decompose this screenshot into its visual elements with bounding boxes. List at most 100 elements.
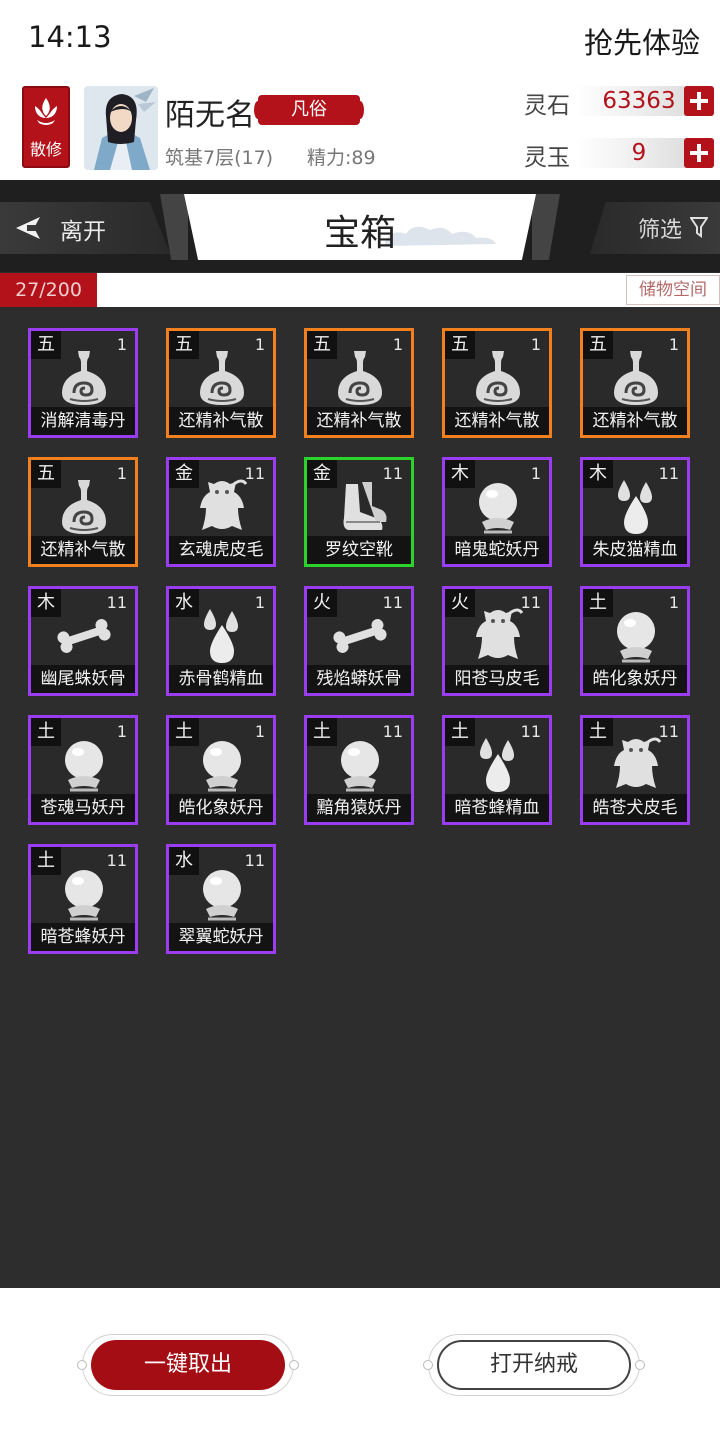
leave-button[interactable]: 离开: [0, 202, 170, 254]
item-name: 阳苍马皮毛: [445, 665, 549, 693]
bone-icon: [56, 607, 112, 665]
item-quantity: 1: [668, 335, 679, 354]
item-slot[interactable]: 五 1 还精补气散: [304, 328, 414, 438]
flask-icon: [56, 349, 112, 407]
orb-icon: [56, 736, 112, 794]
flask-icon: [608, 349, 664, 407]
title-plate: 宝箱: [184, 194, 536, 260]
orb-icon: [470, 478, 526, 536]
item-slot[interactable]: 水 11 翠翼蛇妖丹: [166, 844, 276, 954]
item-slot[interactable]: 土 11 黯角猿妖丹: [304, 715, 414, 825]
character-portrait: [84, 86, 158, 170]
item-name: 朱皮猫精血: [583, 536, 687, 564]
open-storage-ring-button[interactable]: 打开纳戒: [437, 1340, 631, 1390]
item-name: 还精补气散: [169, 407, 273, 435]
item-slot[interactable]: 火 11 阳苍马皮毛: [442, 586, 552, 696]
sect-badge[interactable]: 散修: [22, 86, 70, 168]
item-slot[interactable]: 金 11 罗纹空靴: [304, 457, 414, 567]
leave-label: 离开: [60, 219, 106, 245]
item-slot[interactable]: 土 11 暗苍蜂精血: [442, 715, 552, 825]
item-slot[interactable]: 水 1 赤骨鹤精血: [166, 586, 276, 696]
item-name: 玄魂虎皮毛: [169, 536, 273, 564]
treasure-chest-panel: 离开 宝箱 筛选 27/200 储物空间 五 1 消解清毒丹五 1 还精补气散五 1 还精补…: [0, 180, 720, 1288]
item-slot[interactable]: 木 1 暗鬼蛇妖丹: [442, 457, 552, 567]
sect-label: 散修: [29, 140, 62, 159]
item-slot[interactable]: 木 11 朱皮猫精血: [580, 457, 690, 567]
panel-toolbar: 离开 宝箱 筛选: [0, 180, 720, 272]
flask-icon: [470, 349, 526, 407]
back-arrow-icon: [16, 217, 40, 239]
item-quantity: 1: [530, 335, 541, 354]
item-name: 还精补气散: [31, 536, 135, 564]
item-name: 翠翼蛇妖丹: [169, 923, 273, 951]
item-slot[interactable]: 火 11 残焰蟒妖骨: [304, 586, 414, 696]
item-name: 还精补气散: [445, 407, 549, 435]
page-title: 宝箱: [323, 213, 396, 254]
item-quantity: 1: [530, 464, 541, 483]
item-slot[interactable]: 土 11 皓苍犬皮毛: [580, 715, 690, 825]
pelt-icon: [470, 607, 526, 665]
filter-funnel-icon: [690, 217, 708, 238]
item-slot[interactable]: 木 11 幽尾蛛妖骨: [28, 586, 138, 696]
item-name: 皓化象妖丹: [583, 665, 687, 693]
blood-drops-icon: [194, 607, 250, 665]
cultivation-realm: 筑基7层(17): [165, 147, 274, 169]
item-name: 暗苍蜂妖丹: [31, 923, 135, 951]
item-slot[interactable]: 土 11 暗苍蜂妖丹: [28, 844, 138, 954]
item-slot[interactable]: 土 1 皓化象妖丹: [580, 586, 690, 696]
player-name: 陌无名: [165, 98, 255, 133]
item-slot[interactable]: 五 1 还精补气散: [166, 328, 276, 438]
open-ring-button-frame: 打开纳戒: [423, 1334, 645, 1396]
orb-icon: [56, 865, 112, 923]
item-slot[interactable]: 五 1 消解清毒丹: [28, 328, 138, 438]
storage-space-tab[interactable]: 储物空间: [626, 275, 720, 305]
spirit-stone-row: 灵石 63363: [524, 84, 714, 120]
item-slot[interactable]: 金 11 玄魂虎皮毛: [166, 457, 276, 567]
add-spirit-stone-button[interactable]: [684, 86, 714, 116]
spirit-jade-row: 灵玉 9: [524, 136, 714, 172]
item-name: 罗纹空靴: [307, 536, 411, 564]
stamina-value: 精力:89: [307, 147, 376, 169]
item-quantity: 1: [116, 722, 127, 741]
orb-icon: [194, 865, 250, 923]
spirit-jade-label: 灵玉: [524, 145, 570, 171]
item-quantity: 1: [254, 593, 265, 612]
boots-icon: [332, 478, 388, 536]
item-slot[interactable]: 土 1 苍魂马妖丹: [28, 715, 138, 825]
flask-icon: [194, 349, 250, 407]
item-slot[interactable]: 五 1 还精补气散: [580, 328, 690, 438]
filter-label: 筛选: [638, 218, 683, 243]
item-slot[interactable]: 五 1 还精补气散: [442, 328, 552, 438]
bone-icon: [332, 607, 388, 665]
pelt-icon: [194, 478, 250, 536]
bottom-actions: 一键取出 打开纳戒: [0, 1288, 720, 1440]
filter-button[interactable]: 筛选: [590, 202, 720, 254]
item-quantity: 1: [392, 335, 403, 354]
status-bar: 14:13 抢先体验: [0, 0, 720, 80]
spirit-stone-label: 灵石: [524, 93, 570, 119]
rank-badge: 凡俗: [254, 95, 364, 125]
item-name: 还精补气散: [583, 407, 687, 435]
item-name: 赤骨鹤精血: [169, 665, 273, 693]
item-name: 幽尾蛛妖骨: [31, 665, 135, 693]
orb-icon: [194, 736, 250, 794]
frame-dot: [423, 1360, 433, 1370]
item-name: 皓化象妖丹: [169, 794, 273, 822]
item-slot[interactable]: 五 1 还精补气散: [28, 457, 138, 567]
take-all-button[interactable]: 一键取出: [91, 1340, 285, 1390]
avatar[interactable]: [84, 86, 158, 170]
item-slot[interactable]: 土 1 皓化象妖丹: [166, 715, 276, 825]
add-spirit-jade-button[interactable]: [684, 138, 714, 168]
item-name: 暗鬼蛇妖丹: [445, 536, 549, 564]
flask-icon: [332, 349, 388, 407]
item-name: 残焰蟒妖骨: [307, 665, 411, 693]
item-quantity: 1: [116, 335, 127, 354]
title-ornament-right: [532, 194, 560, 260]
capacity-count: 27/200: [0, 273, 97, 307]
item-name: 苍魂马妖丹: [31, 794, 135, 822]
item-quantity: 1: [254, 722, 265, 741]
item-quantity: 1: [116, 464, 127, 483]
item-name: 黯角猿妖丹: [307, 794, 411, 822]
flask-icon: [56, 478, 112, 536]
lotus-icon: [35, 98, 57, 125]
